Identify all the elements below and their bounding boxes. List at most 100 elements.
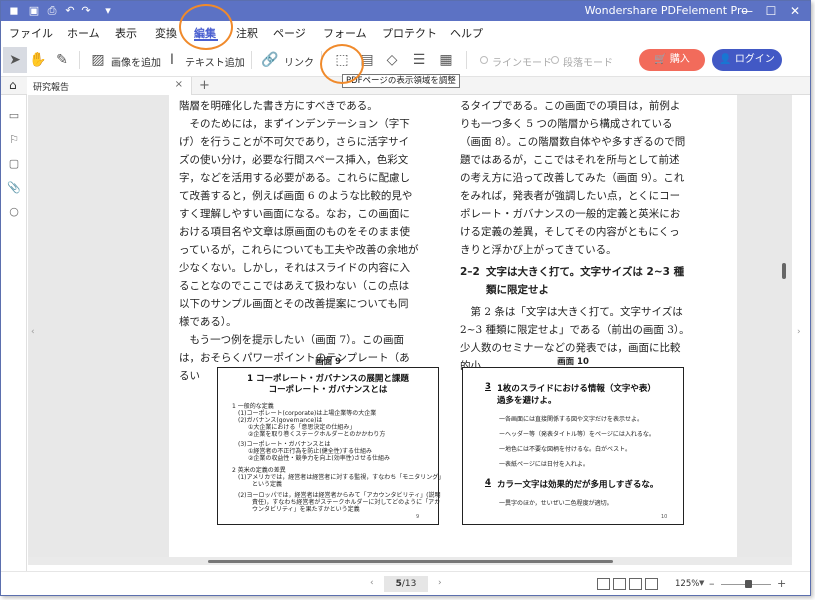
toolbar-separator	[79, 51, 80, 69]
total-pages: /13	[401, 579, 417, 589]
buy-label: 購入	[669, 54, 690, 65]
previous-page-button[interactable]: ‹	[370, 578, 374, 588]
background-icon[interactable]: ◇	[383, 51, 401, 69]
figure-10-heading: カラー文字は効果的だが多用しすぎるな。	[497, 480, 659, 490]
figure-9-title: 1 コーポレート・ガバナンスの展開と課題	[247, 374, 409, 384]
fit-view-icon[interactable]	[645, 578, 658, 590]
edit-object-icon[interactable]: ✎	[53, 51, 71, 69]
figure-10-bullet: 一表紙ページには日付を入れよ。	[499, 461, 589, 468]
app-window: ◼ ▣ ⎙ ↶ ↷ ▾ Wondershare PDFelement Pro —…	[0, 0, 811, 596]
figure-9-slide: 1 コーポレート・ガバナンスの展開と課題 コーポレート・ガバナンスとは 1 一般…	[217, 367, 444, 525]
collapse-left-panel-icon[interactable]: ‹	[31, 327, 35, 337]
add-text-button[interactable]: テキスト追加	[185, 54, 245, 69]
crop-page-icon[interactable]: ⬚	[333, 51, 351, 69]
tab-document[interactable]: 研究報告 ×	[27, 77, 192, 95]
menu-view[interactable]: 表示	[115, 25, 137, 41]
customize-dropdown-icon[interactable]: ▾	[101, 4, 115, 18]
page-number-input[interactable]: 5/13	[384, 576, 428, 592]
paragraph: そのためには，まずインデンテーション（字下げ）を行うことが不可欠であり，さらに活…	[179, 118, 419, 328]
next-page-button[interactable]: ›	[438, 578, 442, 588]
header-footer-icon[interactable]: ☰	[410, 51, 428, 69]
vertical-scrollbar-thumb[interactable]	[782, 263, 786, 279]
add-image-icon[interactable]: ▨	[89, 51, 107, 69]
add-text-icon[interactable]: Ⅰ	[163, 51, 181, 69]
figure-9-line: ウンタビリティ」を果たすかという定義	[252, 506, 360, 513]
continuous-view-icon[interactable]	[613, 578, 626, 590]
link-button[interactable]: リンク	[284, 54, 314, 69]
close-tab-icon[interactable]: ×	[175, 79, 183, 90]
horizontal-scrollbar[interactable]	[28, 557, 792, 565]
zoom-dropdown-icon[interactable]: ▼	[699, 579, 704, 587]
search-icon[interactable]: ○	[7, 205, 21, 219]
edit-toolbar: ➤ ✋ ✎ ▨ 画像を追加 Ⅰ テキスト追加 🔗 リンク ⬚ ▤ ◇ ☰ ▦ ラ…	[1, 43, 810, 77]
menu-protect[interactable]: プロテクト	[382, 25, 437, 41]
two-page-view-icon[interactable]	[629, 578, 642, 590]
menu-form[interactable]: フォーム	[323, 25, 367, 41]
toolbar-separator	[321, 51, 322, 69]
cart-icon: 🛒	[654, 54, 670, 65]
zoom-out-button[interactable]: –	[709, 577, 715, 590]
single-page-view-icon[interactable]	[597, 578, 610, 590]
bookmark-icon[interactable]: ⚐	[7, 133, 21, 147]
maximize-button[interactable]: ☐	[761, 3, 781, 19]
bates-number-icon[interactable]: ▦	[437, 51, 455, 69]
login-button[interactable]: 👤 ログイン	[712, 49, 782, 71]
tooltip: PDFページの表示領域を調整	[342, 74, 460, 88]
close-button[interactable]: ✕	[785, 3, 805, 19]
attachment-icon[interactable]: 📎	[7, 181, 21, 195]
minimize-button[interactable]: —	[737, 3, 757, 19]
menu-home[interactable]: ホーム	[67, 25, 100, 41]
zoom-slider-handle[interactable]	[745, 580, 752, 588]
tab-label: 研究報告	[33, 83, 70, 93]
menu-comment[interactable]: 注釈	[236, 25, 258, 41]
user-icon: 👤	[719, 54, 735, 65]
hand-tool-icon[interactable]: ✋	[29, 51, 47, 69]
select-cursor-icon[interactable]: ➤	[6, 51, 24, 69]
redo-icon[interactable]: ↷	[79, 4, 93, 18]
pdf-page[interactable]: 階層を明確化した書き方にすべきである。 そのためには，まずインデンテーション（字…	[169, 95, 737, 565]
thumbnail-icon[interactable]: ▭	[7, 109, 21, 123]
figure-9-line: ②企業の収益性・競争力を向上(効率性)させる仕組み	[248, 455, 391, 462]
home-icon[interactable]: ⌂	[9, 78, 23, 92]
toolbar-separator	[251, 51, 252, 69]
figure-10-heading-cont: 過多を避けよ。	[497, 396, 557, 406]
figure-10-bullet: 一異字のほか，せいぜい二色程度が適切。	[499, 500, 613, 507]
figure-10-bullet: ーヘッダー等（発表タイトル等）をページには入れるな。	[499, 431, 655, 438]
figure-10-slide-number: 10	[661, 514, 668, 520]
menu-bar: ファイル ホーム 表示 変換 編集 注釈 ページ フォーム プロテクト ヘルプ	[1, 21, 810, 43]
zoom-in-button[interactable]: +	[777, 577, 786, 590]
undo-icon[interactable]: ↶	[63, 4, 77, 18]
print-icon[interactable]: ⎙	[45, 4, 59, 18]
login-label: ログイン	[734, 54, 775, 65]
figure-9-subtitle: コーポレート・ガバナンスとは	[268, 385, 388, 395]
link-icon[interactable]: 🔗	[261, 51, 279, 69]
add-image-button[interactable]: 画像を追加	[111, 54, 161, 69]
figure-9-slide-number: 9	[416, 514, 420, 520]
title-bar: ◼ ▣ ⎙ ↶ ↷ ▾ Wondershare PDFelement Pro —…	[1, 1, 810, 21]
active-menu-indicator	[194, 39, 218, 41]
paragraph-mode-radio[interactable]	[551, 56, 559, 64]
watermark-icon[interactable]: ▤	[358, 51, 376, 69]
menu-file[interactable]: ファイル	[9, 25, 53, 41]
horizontal-scrollbar-thumb[interactable]	[208, 560, 613, 563]
buy-button[interactable]: 🛒 購入	[639, 49, 705, 71]
collapse-right-panel-icon[interactable]: ›	[797, 327, 801, 337]
menu-convert[interactable]: 変換	[155, 25, 177, 41]
figure-10-bullet: 一各画面には直接関係する図や文字だけを表示せよ。	[499, 416, 644, 423]
left-text-column: 階層を明確化した書き方にすべきである。 そのためには，まずインデンテーション（字…	[179, 97, 419, 385]
comment-icon[interactable]: ▢	[7, 157, 21, 171]
figure-10-bullet: 一地色には不要な図柄を付けるな。白がベスト。	[499, 446, 632, 453]
figure-10-heading-number: 4	[485, 478, 491, 488]
save-icon[interactable]: ▣	[27, 4, 41, 18]
menu-help[interactable]: ヘルプ	[450, 25, 483, 41]
document-viewer[interactable]: 階層を明確化した書き方にすべきである。 そのためには，まずインデンテーション（字…	[28, 95, 792, 565]
figure-10-caption: 画面 10	[557, 357, 589, 367]
paragraph: るタイプである。この画面での項目は，前例よりも一つ多く 5 つの階層から構成され…	[460, 100, 686, 256]
zoom-level[interactable]: 125%	[675, 579, 699, 589]
menu-page[interactable]: ページ	[273, 25, 306, 41]
line-mode-label: ラインモード	[492, 58, 552, 69]
figure-10-slide: 3 1枚のスライドにおける情報（文字や表） 過多を避けよ。 一各画面には直接関係…	[462, 367, 684, 525]
line-mode-radio[interactable]	[480, 56, 488, 64]
section-heading: 2–2 文字は大きく打て。文字サイズは 2~3 種類に限定せよ	[460, 263, 690, 299]
add-tab-icon[interactable]: +	[199, 78, 210, 93]
